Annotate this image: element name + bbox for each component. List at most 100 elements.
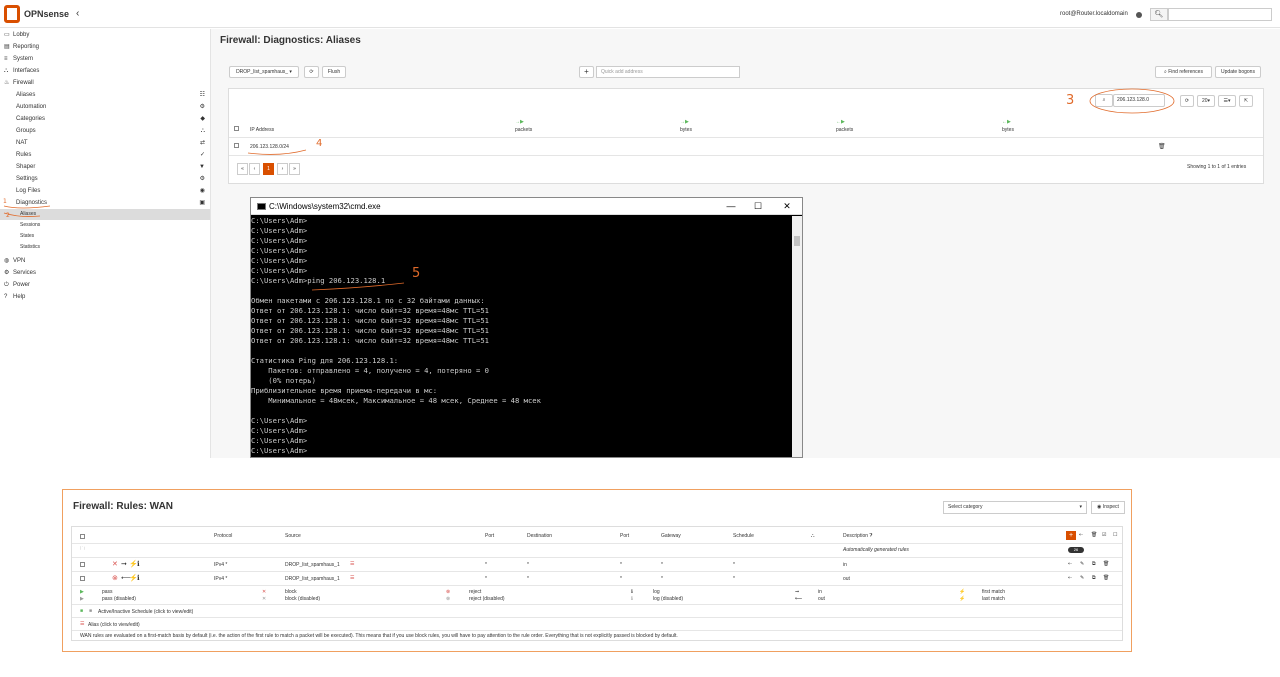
- alias-search-input[interactable]: 206.123.128.0: [1113, 94, 1165, 107]
- in-bytes-header[interactable]: bytes: [680, 127, 692, 133]
- cmd-scroll-thumb[interactable]: [794, 236, 800, 246]
- annotation-1: 1: [3, 198, 7, 205]
- sidebar-item-help[interactable]: ? Help: [0, 291, 210, 303]
- page-last[interactable]: »: [289, 163, 300, 175]
- cmd-titlebar[interactable]: C:\Windows\system32\cmd.exe — ☐ ✕: [251, 198, 802, 215]
- sidebar-item-firewall[interactable]: ♨ Firewall: [0, 77, 210, 89]
- move-icon[interactable]: ⇠: [1079, 532, 1083, 538]
- select-all-checkbox[interactable]: [234, 126, 239, 131]
- rule-schedule: *: [733, 562, 735, 568]
- sidebar-item-settings[interactable]: ⚙ Settings: [0, 173, 210, 185]
- alias-list-icon[interactable]: ☰: [350, 561, 354, 567]
- rule-source[interactable]: DROP_list_spamhaus_1: [285, 562, 340, 568]
- copy-icon[interactable]: ⧉: [1092, 575, 1096, 581]
- sidebar-item-automation[interactable]: ⚙ Automation: [0, 101, 210, 113]
- sidebar-item-aliases[interactable]: ☷ Aliases: [0, 89, 210, 101]
- logo-text[interactable]: OPNsense: [24, 9, 69, 19]
- rule-source[interactable]: DROP_list_spamhaus_1: [285, 576, 340, 582]
- close-icon[interactable]: ✕: [779, 199, 795, 213]
- page-current[interactable]: 1: [263, 163, 274, 175]
- plus-icon[interactable]: +: [579, 66, 594, 78]
- chevron-left-icon[interactable]: ‹: [76, 8, 79, 19]
- sidebar-item-power[interactable]: ⏻ Power: [0, 279, 210, 291]
- sidebar-item-system[interactable]: ≡ System: [0, 53, 210, 65]
- opnsense-logo-icon[interactable]: [4, 5, 20, 23]
- search-icon[interactable]: 🔍︎: [1150, 8, 1168, 21]
- last-match-icon: ⚡: [959, 596, 966, 602]
- category-select[interactable]: Select category ▾: [943, 501, 1087, 514]
- block-icon[interactable]: ⊗: [112, 574, 118, 582]
- row-checkbox[interactable]: [234, 143, 239, 148]
- info-icon[interactable]: ℹ: [137, 574, 140, 582]
- page-prev[interactable]: ‹: [249, 163, 260, 175]
- refresh-icon[interactable]: ⟳: [1180, 95, 1194, 107]
- copy-icon[interactable]: ⧉: [1092, 561, 1096, 567]
- sidebar-item-aliases[interactable]: Aliases: [0, 209, 210, 220]
- sidebar-item-statistics[interactable]: Statistics: [0, 242, 210, 253]
- out-packets-header[interactable]: packets: [836, 127, 853, 133]
- page-size-select[interactable]: 20▾: [1197, 95, 1215, 107]
- status-icon[interactable]: [1136, 12, 1142, 18]
- export-icon[interactable]: ⇱: [1239, 95, 1253, 107]
- in-packets-header[interactable]: packets: [515, 127, 532, 133]
- sidebar-item-states[interactable]: States: [0, 231, 210, 242]
- maximize-icon[interactable]: ☐: [750, 199, 766, 213]
- trash-icon[interactable]: 🗑︎: [1091, 532, 1097, 538]
- sidebar-item-diagnostics[interactable]: ▣ Diagnostics: [0, 197, 210, 209]
- help-icon: ?: [4, 294, 8, 300]
- trash-icon[interactable]: 🗑︎: [1103, 561, 1109, 567]
- sidebar-item-vpn[interactable]: ◍ VPN: [0, 255, 210, 267]
- sidebar-item-groups[interactable]: ⛬ Groups: [0, 125, 210, 137]
- user-menu[interactable]: root@Router.localdomain: [1060, 11, 1128, 17]
- trash-icon[interactable]: 🗑︎: [1103, 575, 1109, 581]
- add-rule-button[interactable]: +: [1066, 531, 1076, 540]
- quick-add-input[interactable]: Quick add address: [596, 66, 740, 78]
- list-icon: ☷: [199, 92, 205, 98]
- inspect-button[interactable]: ◉ Inspect: [1091, 501, 1125, 514]
- info-icon[interactable]: ℹ: [137, 560, 140, 568]
- divider: [72, 557, 1122, 558]
- minimize-icon[interactable]: —: [723, 199, 739, 213]
- select-all-checkbox[interactable]: [80, 534, 85, 539]
- cmd-output[interactable]: C:\Users\Adm> C:\Users\Adm> C:\Users\Adm> C…: [251, 216, 791, 457]
- edit-icon[interactable]: ✎: [1080, 561, 1084, 567]
- page-first[interactable]: «: [237, 163, 248, 175]
- rule-checkbox[interactable]: [80, 576, 85, 581]
- block-icon[interactable]: ✕: [112, 560, 118, 568]
- ip-address-header[interactable]: IP Address: [250, 127, 274, 133]
- update-bogons-button[interactable]: Update bogons: [1215, 66, 1261, 78]
- help-icon[interactable]: ❓︎: [869, 533, 872, 539]
- cmd-scrollbar[interactable]: [792, 216, 802, 457]
- trash-icon[interactable]: 🗑︎: [1158, 143, 1166, 150]
- flush-button[interactable]: Flush: [322, 66, 346, 78]
- sidebar-item-interfaces[interactable]: ⛬ Interfaces: [0, 65, 210, 77]
- move-before-icon[interactable]: ⇠: [1068, 561, 1072, 567]
- sidebar-item-sessions[interactable]: Sessions: [0, 220, 210, 231]
- sidebar-item-rules[interactable]: ✓ Rules: [0, 149, 210, 161]
- auto-rules-label[interactable]: Automatically generated rules: [843, 547, 909, 553]
- rule-checkbox[interactable]: [80, 562, 85, 567]
- sidebar-item-reporting[interactable]: ▤ Reporting: [0, 41, 210, 53]
- refresh-button[interactable]: ⟳: [304, 66, 319, 78]
- sidebar-item-shaper[interactable]: ▼ Shaper: [0, 161, 210, 173]
- disable-icon[interactable]: ☐: [1113, 532, 1117, 538]
- sidebar-item-lobby[interactable]: ▭ Lobby: [0, 29, 210, 41]
- toggle-icon[interactable]: ☑: [1102, 532, 1106, 538]
- out-bytes-header[interactable]: bytes: [1002, 127, 1014, 133]
- sidebar-item-nat[interactable]: ⇄ NAT: [0, 137, 210, 149]
- search-icon[interactable]: ⌕: [1095, 94, 1113, 107]
- move-before-icon[interactable]: ⇠: [1068, 575, 1072, 581]
- top-search-input[interactable]: [1168, 8, 1272, 21]
- edit-icon[interactable]: ✎: [1080, 575, 1084, 581]
- sidebar-item-log-files[interactable]: ◉ Log Files: [0, 185, 210, 197]
- page-next[interactable]: ›: [277, 163, 288, 175]
- sidebar-item-categories[interactable]: ◆ Categories: [0, 113, 210, 125]
- sidebar-item-services[interactable]: ⚙ Services: [0, 267, 210, 279]
- folder-icon[interactable]: 🗀: [80, 546, 85, 554]
- find-references-button[interactable]: ⌕ Find references: [1155, 66, 1212, 78]
- cmd-window[interactable]: C:\Windows\system32\cmd.exe — ☐ ✕ C:\Use…: [250, 197, 803, 458]
- alias-list-icon[interactable]: ☰: [350, 575, 354, 581]
- columns-icon[interactable]: ☰▾: [1218, 95, 1236, 107]
- alias-select[interactable]: DROP_list_spamhaus_ ▾: [229, 66, 299, 78]
- in-arrow-icon: →▶: [680, 119, 689, 125]
